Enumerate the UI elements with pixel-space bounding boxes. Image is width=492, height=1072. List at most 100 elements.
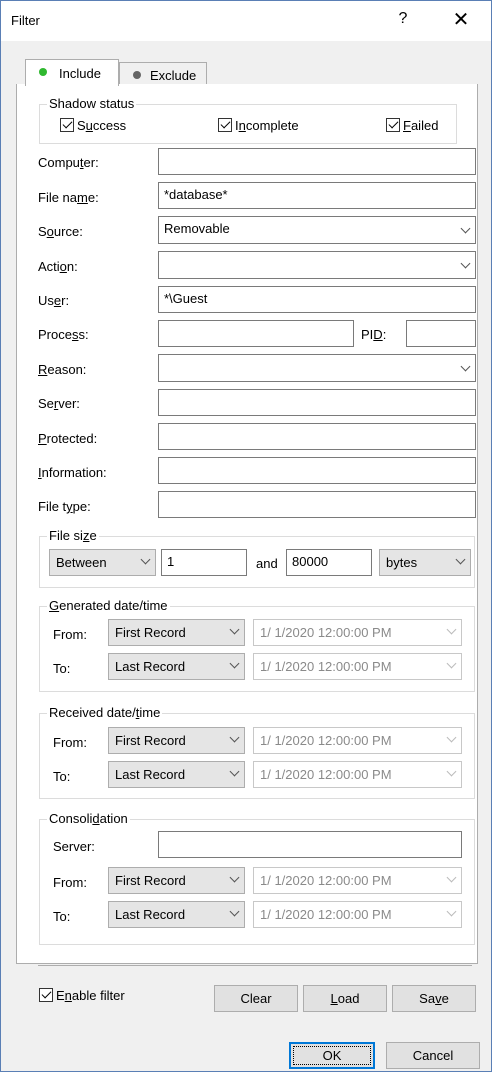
chevron-down-icon <box>140 554 151 565</box>
file-name-field[interactable]: *database* <box>158 182 476 209</box>
file-size-unit-value: bytes <box>386 555 418 570</box>
filter-dialog: Filter ? ✕ Exclude Include Shadow status… <box>0 0 492 1072</box>
incomplete-label: Incomplete <box>235 118 299 133</box>
chevron-down-icon <box>229 732 240 743</box>
process-field[interactable] <box>158 320 354 347</box>
shadow-status-label: Shadow status <box>47 96 137 111</box>
consolidation-to-date-value: 1/ 1/2020 12:00:00 PM <box>260 907 392 922</box>
server-field[interactable] <box>158 389 476 416</box>
cancel-button[interactable]: Cancel <box>386 1042 480 1069</box>
chevron-down-icon <box>460 223 471 234</box>
action-label: Action: <box>38 259 78 274</box>
generated-from-date[interactable]: 1/ 1/2020 12:00:00 PM <box>253 619 462 646</box>
chevron-down-icon <box>446 872 457 883</box>
user-field[interactable]: *\Guest <box>158 286 476 313</box>
received-from-label: From: <box>53 735 87 750</box>
help-button[interactable]: ? <box>393 10 413 28</box>
computer-field[interactable] <box>158 148 476 175</box>
pid-field[interactable] <box>406 320 476 347</box>
success-label: Success <box>77 118 127 133</box>
enable-filter-checkbox[interactable] <box>39 988 53 1002</box>
generated-to-date[interactable]: 1/ 1/2020 12:00:00 PM <box>253 653 462 680</box>
file-size-mode-value: Between <box>56 555 107 570</box>
received-from-select[interactable]: First Record <box>108 727 245 754</box>
chevron-down-icon <box>229 872 240 883</box>
chevron-down-icon <box>446 658 457 669</box>
clear-button[interactable]: Clear <box>214 985 298 1012</box>
include-dot-icon <box>39 68 47 76</box>
received-from-value: First Record <box>115 733 186 748</box>
file-name-label: File name: <box>38 190 99 205</box>
process-label: Process: <box>38 327 89 342</box>
file-size-mode-select[interactable]: Between <box>49 549 156 576</box>
consolidation-from-date-value: 1/ 1/2020 12:00:00 PM <box>260 873 392 888</box>
consolidation-server-field[interactable] <box>158 831 462 858</box>
chevron-down-icon <box>446 906 457 917</box>
generated-to-value: Last Record <box>115 659 186 674</box>
consolidation-label: Consolidation <box>47 811 130 826</box>
file-size-label: File size <box>47 528 99 543</box>
consolidation-to-value: Last Record <box>115 907 186 922</box>
received-from-date[interactable]: 1/ 1/2020 12:00:00 PM <box>253 727 462 754</box>
save-button[interactable]: Save <box>392 985 476 1012</box>
received-to-select[interactable]: Last Record <box>108 761 245 788</box>
chevron-down-icon <box>455 554 466 565</box>
generated-to-select[interactable]: Last Record <box>108 653 245 680</box>
separator <box>38 965 472 966</box>
chevron-down-icon <box>446 732 457 743</box>
protected-label: Protected: <box>38 431 98 446</box>
file-size-max-field[interactable]: 80000 <box>286 549 372 576</box>
generated-to-date-value: 1/ 1/2020 12:00:00 PM <box>260 659 392 674</box>
enable-filter-label: Enable filter <box>56 988 125 1003</box>
action-select[interactable] <box>158 251 476 279</box>
success-checkbox[interactable] <box>60 118 74 132</box>
generated-from-value: First Record <box>115 625 186 640</box>
close-button[interactable]: ✕ <box>449 7 473 32</box>
chevron-down-icon <box>229 624 240 635</box>
exclude-dot-icon <box>133 71 141 79</box>
server-label: Server: <box>38 396 80 411</box>
load-button[interactable]: Load <box>303 985 387 1012</box>
ok-button[interactable]: OK <box>289 1042 375 1069</box>
consolidation-from-label: From: <box>53 875 87 890</box>
tab-exclude-label: Exclude <box>150 68 197 83</box>
source-label: Source: <box>38 224 83 239</box>
source-value: Removable <box>164 221 230 236</box>
generated-label: Generated date/time <box>47 598 170 613</box>
tab-exclude[interactable]: Exclude <box>119 62 207 85</box>
consolidation-to-date[interactable]: 1/ 1/2020 12:00:00 PM <box>253 901 462 928</box>
consolidation-from-value: First Record <box>115 873 186 888</box>
received-label: Received date/time <box>47 705 163 720</box>
source-select[interactable]: Removable <box>158 216 476 244</box>
received-to-date[interactable]: 1/ 1/2020 12:00:00 PM <box>253 761 462 788</box>
user-label: User: <box>38 293 70 308</box>
generated-from-select[interactable]: First Record <box>108 619 245 646</box>
file-size-unit-select[interactable]: bytes <box>379 549 471 576</box>
failed-label: Failed <box>403 118 439 133</box>
file-size-min-field[interactable]: 1 <box>161 549 247 576</box>
file-type-label: File type: <box>38 499 91 514</box>
reason-select[interactable] <box>158 354 476 382</box>
and-label: and <box>256 556 278 571</box>
consolidation-to-select[interactable]: Last Record <box>108 901 245 928</box>
protected-field[interactable] <box>158 423 476 450</box>
consolidation-from-select[interactable]: First Record <box>108 867 245 894</box>
consolidation-server-label: Server: <box>53 839 95 854</box>
received-to-date-value: 1/ 1/2020 12:00:00 PM <box>260 767 392 782</box>
file-type-field[interactable] <box>158 491 476 518</box>
chevron-down-icon <box>229 766 240 777</box>
chevron-down-icon <box>460 361 471 372</box>
pid-label: PID: <box>361 327 387 342</box>
received-from-date-value: 1/ 1/2020 12:00:00 PM <box>260 733 392 748</box>
failed-checkbox[interactable] <box>386 118 400 132</box>
information-label: Information: <box>38 465 107 480</box>
chevron-down-icon <box>229 906 240 917</box>
focus-rect <box>293 1046 371 1065</box>
consolidation-from-date[interactable]: 1/ 1/2020 12:00:00 PM <box>253 867 462 894</box>
tab-include[interactable]: Include <box>25 59 119 86</box>
incomplete-checkbox[interactable] <box>218 118 232 132</box>
information-field[interactable] <box>158 457 476 484</box>
title-bar: Filter ? ✕ <box>1 1 491 41</box>
tab-include-label: Include <box>59 66 101 81</box>
generated-from-date-value: 1/ 1/2020 12:00:00 PM <box>260 625 392 640</box>
